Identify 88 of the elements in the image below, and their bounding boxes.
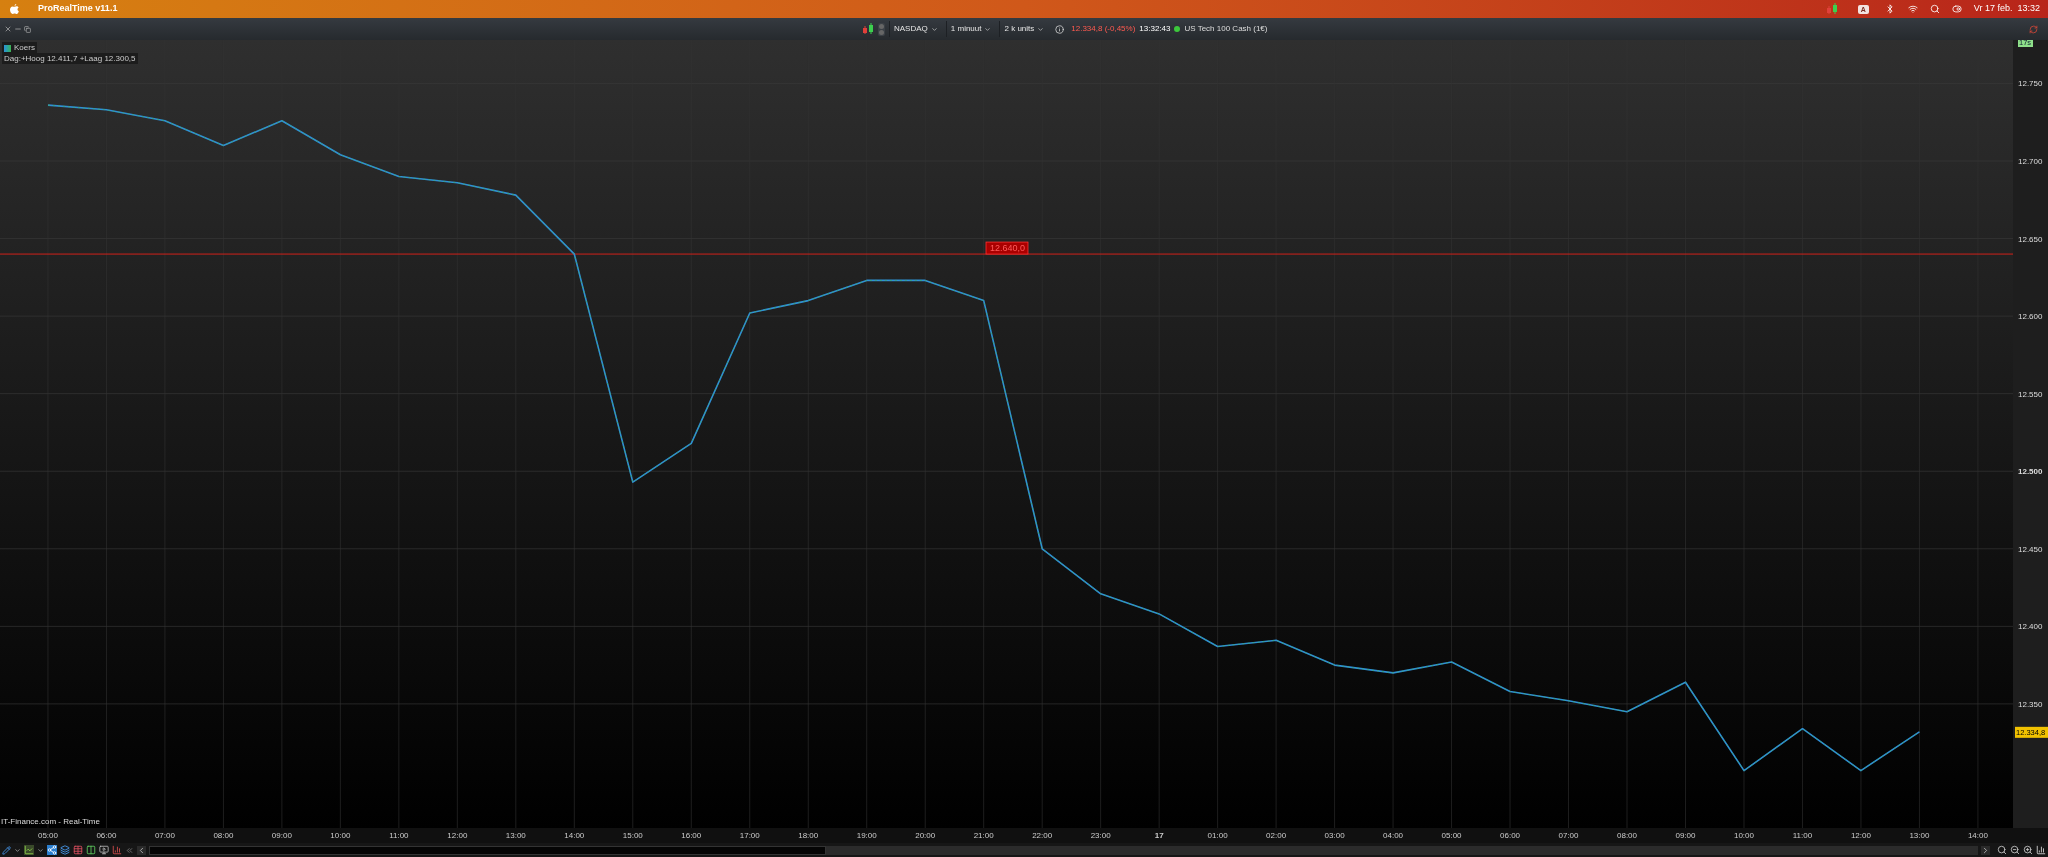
sync-icon[interactable] (2029, 24, 2038, 34)
day-range-text: Dag:+Hoog 12.411,7 +Laag 12.300,5 (2, 53, 138, 64)
toolbar-dropdown[interactable]: 2 k units (999, 21, 1049, 37)
ref-line-label: 12.640,0 (990, 243, 1026, 254)
time-tick-label: 04:00 (1383, 831, 1404, 840)
time-tick-label: 05:00 (37, 831, 58, 840)
monitor-icon[interactable] (99, 845, 109, 855)
columns-icon[interactable] (86, 845, 96, 855)
price-tick-label: 12.600 (2018, 312, 2043, 322)
pencil-icon[interactable] (2, 845, 11, 855)
time-tick-label: 16:00 (681, 831, 702, 840)
alert-price-tag: 12.640,0 (985, 241, 1029, 255)
bar-chart-icon[interactable] (112, 845, 122, 855)
share-icon[interactable] (47, 845, 57, 855)
price-tick-label: 12.700 (2018, 157, 2043, 166)
status-lights-icon (878, 22, 885, 36)
time-tick-label: 20:00 (915, 831, 936, 840)
time-tick-label: 12:00 (1850, 831, 1871, 840)
apple-icon[interactable] (10, 4, 19, 14)
time-tick-label: 13:00 (1909, 831, 1930, 840)
wifi-icon[interactable] (1907, 4, 1918, 14)
close-icon[interactable] (4, 25, 12, 33)
time-tick-label: 10:00 (330, 831, 351, 840)
quote-change: 12.334,8 (-0,45%) (1071, 23, 1136, 35)
time-tick-label: 13:00 (505, 831, 526, 840)
time-tick-label: 12:00 (447, 831, 468, 840)
time-tick-label: 15:00 (622, 831, 643, 840)
scroll-left-button[interactable] (137, 845, 146, 855)
caret-icon[interactable] (37, 846, 44, 854)
candlestick-icon (1825, 3, 1838, 15)
menu-bar-clock[interactable]: Vr 17 feb. 13:32 (1973, 2, 2040, 16)
price-tick-label: 12.550 (2018, 389, 2043, 399)
time-tick-label: 22:00 (1032, 831, 1053, 840)
horizontal-scrollbar[interactable] (149, 845, 1978, 855)
layers-icon[interactable] (60, 845, 70, 855)
time-tick-label: 08:00 (213, 831, 234, 840)
zoom-out-icon[interactable] (2010, 845, 2020, 855)
caret-icon (930, 25, 938, 33)
time-tick-label: 14:00 (1967, 831, 1988, 840)
zoom-fit-icon[interactable] (1997, 845, 2007, 855)
price-tick-label: 12.400 (2018, 622, 2043, 632)
instrument-name: US Tech 100 Cash (1€) (1184, 23, 1268, 35)
time-tick-label: 23:00 (1090, 831, 1111, 840)
time-tick-label: 17:00 (739, 831, 760, 840)
time-tick-label: 05:00 (1441, 831, 1462, 840)
scroll-right-button[interactable] (1981, 845, 1990, 855)
bluetooth-icon[interactable] (1884, 4, 1895, 14)
price-tick-label: 12.450 (2018, 544, 2043, 554)
control-center-icon[interactable] (1951, 4, 1962, 14)
series-swatch-icon (4, 44, 11, 52)
caret-icon (1037, 25, 1045, 33)
toolbar-dropdown[interactable]: 1 minuut (945, 21, 996, 37)
time-tick-label: 09:00 (271, 831, 292, 840)
time-tick-label: 02:00 (1266, 831, 1287, 840)
search-icon[interactable] (1929, 4, 1940, 14)
time-tick-label: 09:00 (1675, 831, 1696, 840)
time-tick-label: 01:00 (1207, 831, 1228, 840)
price-tick-label: 12.650 (2018, 234, 2043, 244)
time-tick-label: 14:00 (564, 831, 585, 840)
time-tick-label: 07:00 (1558, 831, 1579, 840)
time-tick-label: 03:00 (1324, 831, 1345, 840)
zoom-in-icon[interactable] (2023, 845, 2033, 855)
quote-time: 13:32:43 (1139, 23, 1171, 35)
time-tick-label: 06:00 (96, 831, 117, 840)
time-tick-label: 11:00 (389, 831, 409, 840)
price-tick-label: 12.350 (2018, 699, 2043, 709)
line-chart-icon[interactable] (24, 845, 34, 855)
table-icon[interactable] (73, 845, 83, 855)
time-tick-label: 17 (1154, 831, 1164, 840)
price-tick-label: 12.750 (2018, 79, 2043, 89)
time-tick-label: 10:00 (1733, 831, 1754, 840)
time-tick-label: 06:00 (1500, 831, 1521, 840)
info-icon[interactable] (1055, 24, 1065, 34)
data-source-text: IT-Finance.com - Real-Time (1, 817, 100, 827)
time-tick-label: 08:00 (1617, 831, 1637, 840)
price-tick-label: 12.500 (2018, 467, 2043, 477)
caret-icon (984, 25, 992, 33)
restore-icon[interactable] (24, 25, 31, 33)
toolbar-dropdown[interactable]: NASDAQ (889, 21, 942, 37)
time-tick-label: 19:00 (856, 831, 877, 840)
chart-type-icon (862, 23, 874, 35)
minimize-icon[interactable] (14, 25, 22, 33)
series-label: Koers (14, 42, 35, 54)
caret-icon[interactable] (14, 846, 21, 854)
time-tick-label: 07:00 (154, 831, 175, 840)
time-tick-label: 21:00 (973, 831, 994, 840)
time-tick-label: 11:00 (1792, 831, 1813, 840)
time-tick-label: 18:00 (798, 831, 819, 840)
